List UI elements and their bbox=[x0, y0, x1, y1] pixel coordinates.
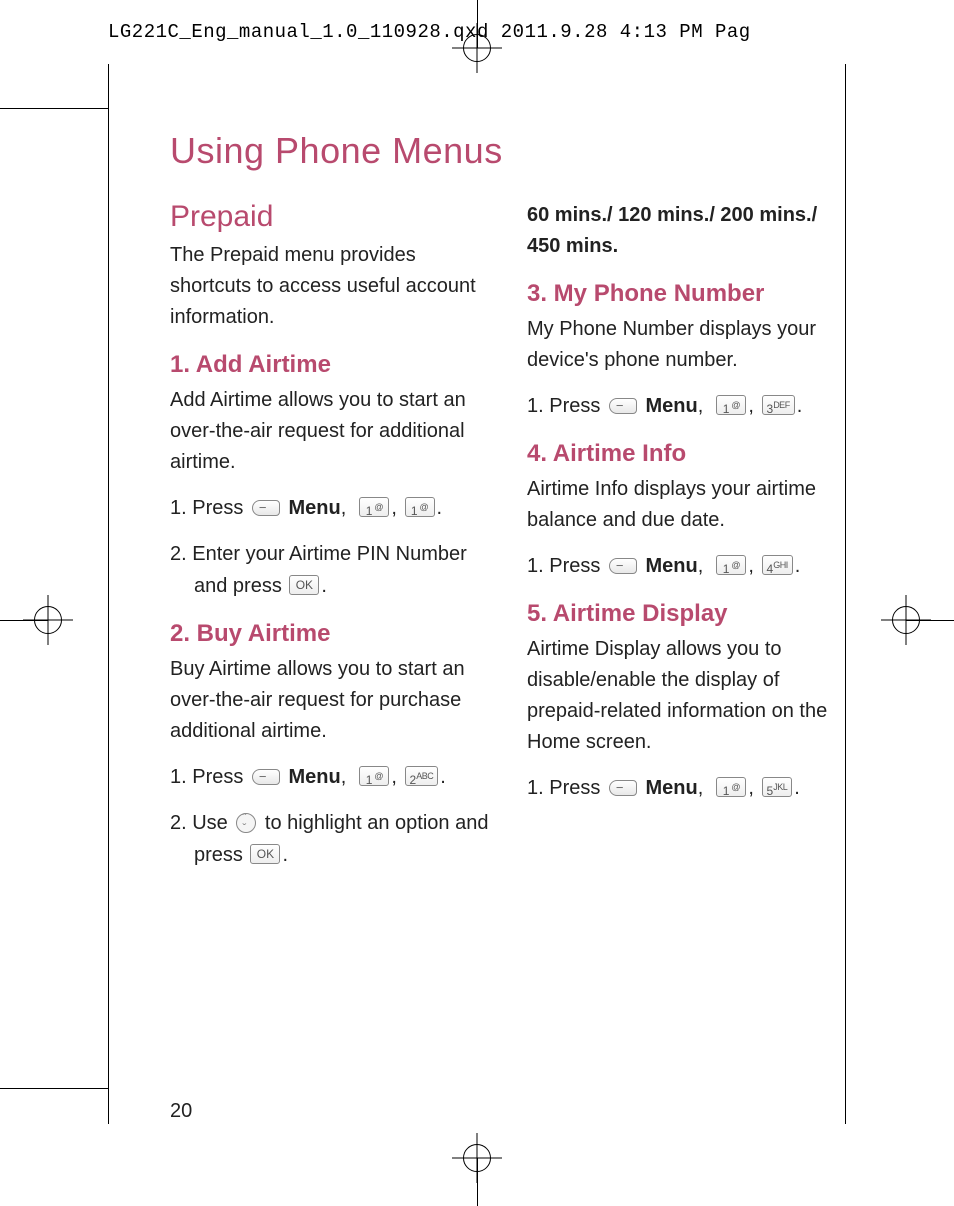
section-airtime-display-intro: Airtime Display allows you to disable/en… bbox=[527, 634, 850, 758]
key-1-icon: 1 @ bbox=[405, 497, 435, 517]
crop-mark-top-icon bbox=[457, 0, 497, 72]
crop-mark-bottom-icon bbox=[457, 1134, 497, 1206]
key-5-icon: 5JKL bbox=[762, 777, 793, 797]
key-1-icon: 1 @ bbox=[716, 777, 746, 797]
key-1-icon: 1 @ bbox=[716, 555, 746, 575]
key-ok-icon: OK bbox=[250, 844, 280, 864]
key-ok-icon: OK bbox=[289, 575, 319, 595]
buy-airtime-options: 60 mins./ 120 mins./ 200 mins./ 450 mins… bbox=[527, 200, 850, 262]
page-number: 20 bbox=[170, 1100, 192, 1123]
section-airtime-display-heading: 5. Airtime Display bbox=[527, 600, 850, 628]
nav-key-icon bbox=[236, 813, 256, 833]
key-1-icon: 1 @ bbox=[359, 766, 389, 786]
section-add-airtime-heading: 1. Add Airtime bbox=[170, 351, 493, 379]
buy-airtime-step1: 1. Press Menu, 1 @, 2ABC. bbox=[170, 761, 493, 793]
section-buy-airtime-intro: Buy Airtime allows you to start an over-… bbox=[170, 654, 493, 747]
trim-line-left bbox=[108, 64, 109, 1124]
key-2-icon: 2ABC bbox=[405, 766, 439, 786]
section-prepaid-intro: The Prepaid menu provides shortcuts to a… bbox=[170, 240, 493, 333]
key-4-icon: 4GHI bbox=[762, 555, 793, 575]
my-phone-number-step1: 1. Press Menu, 1 @, 3DEF. bbox=[527, 390, 850, 422]
crop-mark-right-icon bbox=[882, 600, 954, 640]
left-soft-key-icon bbox=[252, 769, 280, 785]
trim-tick-bottom bbox=[0, 1088, 108, 1089]
airtime-display-step1: 1. Press Menu, 1 @, 5JKL. bbox=[527, 772, 850, 804]
section-prepaid-heading: Prepaid bbox=[170, 200, 493, 234]
airtime-info-step1: 1. Press Menu, 1 @, 4GHI. bbox=[527, 550, 850, 582]
prepress-header: LG221C_Eng_manual_1.0_110928.qxd 2011.9.… bbox=[108, 21, 751, 43]
section-buy-airtime-heading: 2. Buy Airtime bbox=[170, 620, 493, 648]
key-3-icon: 3DEF bbox=[762, 395, 795, 415]
buy-airtime-step2: 2. Use to highlight an option and press … bbox=[170, 807, 493, 871]
left-soft-key-icon bbox=[252, 500, 280, 516]
left-soft-key-icon bbox=[609, 558, 637, 574]
trim-tick-top bbox=[0, 108, 108, 109]
section-my-phone-number-heading: 3. My Phone Number bbox=[527, 280, 850, 308]
key-1-icon: 1 @ bbox=[716, 395, 746, 415]
crop-mark-left-icon bbox=[0, 600, 72, 640]
page-title: Using Phone Menus bbox=[170, 130, 850, 172]
add-airtime-step1: 1. Press Menu, 1 @, 1 @. bbox=[170, 492, 493, 524]
left-soft-key-icon bbox=[609, 398, 637, 414]
section-airtime-info-intro: Airtime Info displays your airtime balan… bbox=[527, 474, 850, 536]
section-add-airtime-intro: Add Airtime allows you to start an over-… bbox=[170, 385, 493, 478]
section-my-phone-number-intro: My Phone Number displays your device's p… bbox=[527, 314, 850, 376]
key-1-icon: 1 @ bbox=[359, 497, 389, 517]
section-airtime-info-heading: 4. Airtime Info bbox=[527, 440, 850, 468]
add-airtime-step2: 2. Enter your Airtime PIN Number and pre… bbox=[170, 538, 493, 602]
left-soft-key-icon bbox=[609, 780, 637, 796]
